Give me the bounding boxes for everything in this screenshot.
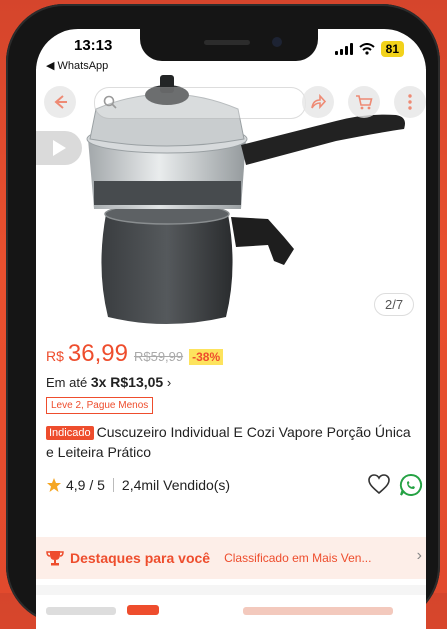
price-row: R$ 36,99 R$59,99 -38% xyxy=(46,341,421,367)
installment-prefix: Em até xyxy=(46,375,88,390)
notch xyxy=(140,29,318,61)
currency-symbol: R$ xyxy=(46,348,64,364)
search-field[interactable] xyxy=(94,87,306,119)
whatsapp-share-icon[interactable] xyxy=(398,472,424,498)
cart-button[interactable] xyxy=(348,86,380,118)
star-icon xyxy=(47,478,61,492)
gallery-pager: 2/7 xyxy=(374,293,415,316)
video-play-button[interactable] xyxy=(36,131,82,165)
chevron-right-icon: › xyxy=(416,547,422,564)
recommended-badge: Indicado xyxy=(46,426,94,440)
back-to-app-link[interactable]: ◀ WhatsApp xyxy=(46,59,108,72)
more-options-button[interactable] xyxy=(394,86,426,118)
next-section-peek xyxy=(46,604,416,629)
current-price: 36,99 xyxy=(67,340,128,367)
heart-icon[interactable] xyxy=(367,473,391,495)
share-button[interactable] xyxy=(302,86,334,118)
search-icon xyxy=(103,95,117,109)
battery-indicator: 81 xyxy=(380,41,404,57)
product-info: R$ 36,99 R$59,99 -38% Em até 3x R$13,05 … xyxy=(46,341,424,498)
phone-bezel: 2/7 13:13 ◀ WhatsApp 81 R$ 36,99 R$59,99… xyxy=(6,4,440,629)
rating-value: 4,9 / 5 xyxy=(66,477,105,493)
status-indicators: 81 xyxy=(334,41,404,57)
sold-count: 2,4mil Vendido(s) xyxy=(121,477,231,493)
back-button[interactable] xyxy=(44,86,76,118)
phone-screen: 2/7 13:13 ◀ WhatsApp 81 R$ 36,99 R$59,99… xyxy=(36,29,426,629)
chevron-right-icon: › xyxy=(166,375,172,390)
trophy-icon xyxy=(46,551,64,566)
arrow-left-icon xyxy=(54,95,67,109)
rating-row: 4,9 / 5 2,4mil Vendido(s) xyxy=(46,472,424,498)
signal-icon xyxy=(334,43,353,55)
installment-link[interactable]: Em até 3x R$13,05 › xyxy=(46,374,421,390)
discount-badge: -38% xyxy=(189,349,224,365)
wifi-icon xyxy=(358,43,375,55)
promo-tag[interactable]: Leve 2, Pague Menos xyxy=(46,397,154,414)
rating-divider xyxy=(112,478,114,492)
play-icon xyxy=(53,140,66,156)
installment-value: 3x R$13,05 xyxy=(90,374,164,390)
original-price: R$59,99 xyxy=(133,349,184,364)
product-name: Cuscuzeiro Individual E Cozi Vapore Porç… xyxy=(46,424,411,460)
highlights-banner[interactable]: Destaques para você Classificado em Mais… xyxy=(36,537,426,579)
share-icon xyxy=(311,93,327,110)
highlights-title: Destaques para você xyxy=(70,550,211,566)
status-time: 13:13 xyxy=(74,37,113,54)
more-vertical-icon xyxy=(408,94,412,110)
product-title: Indicado Cuscuzeiro Individual E Cozi Vap… xyxy=(46,423,421,462)
highlights-detail: Classificado em Mais Ven... xyxy=(224,551,372,565)
section-divider xyxy=(36,585,426,595)
cart-icon xyxy=(356,95,373,110)
